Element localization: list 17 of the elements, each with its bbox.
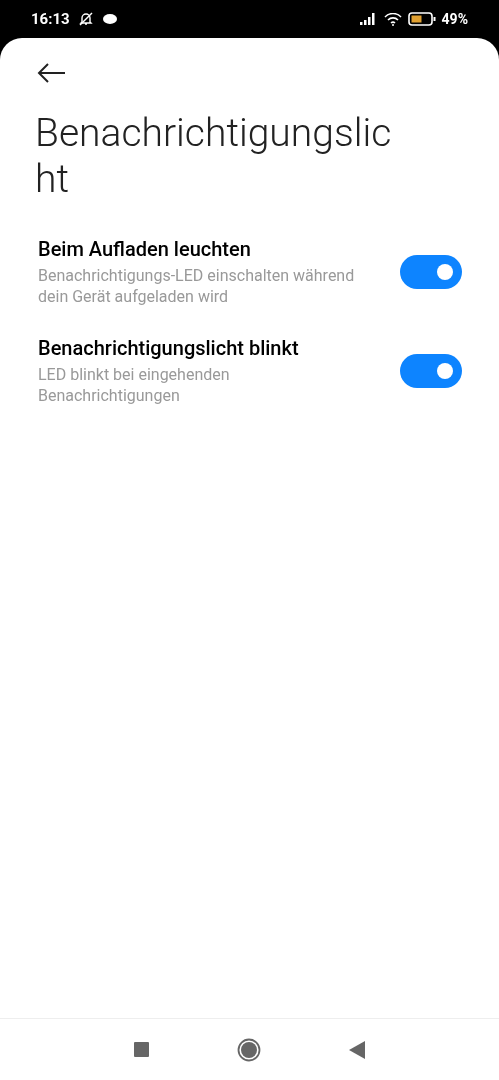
setting-title: Benachrichtigungslicht blinkt bbox=[38, 335, 300, 361]
status-time: 16:13 bbox=[31, 8, 70, 30]
back-icon[interactable] bbox=[349, 1040, 365, 1059]
battery-icon bbox=[407, 12, 436, 26]
setting-description: LED blinkt bei eingehenden Benachrichtigungen bbox=[38, 364, 231, 406]
setting-title: Beim Aufladen leuchten bbox=[38, 236, 252, 262]
home-icon[interactable] bbox=[237, 1037, 261, 1062]
battery-percent: 49% bbox=[441, 9, 468, 29]
bell-off-icon bbox=[77, 11, 94, 27]
setting-description: Benachrichtigungs-LED einschalten während dein Gerät aufgeladen wird bbox=[38, 265, 356, 307]
page-title: Benachrichtigungslicht bbox=[35, 110, 393, 202]
toggle-switch[interactable] bbox=[400, 353, 462, 388]
toggle-switch[interactable] bbox=[400, 254, 462, 289]
back-arrow-icon[interactable] bbox=[36, 62, 66, 84]
cloud-icon bbox=[101, 13, 118, 25]
wifi-icon bbox=[383, 12, 402, 26]
signal-icon bbox=[359, 13, 378, 25]
